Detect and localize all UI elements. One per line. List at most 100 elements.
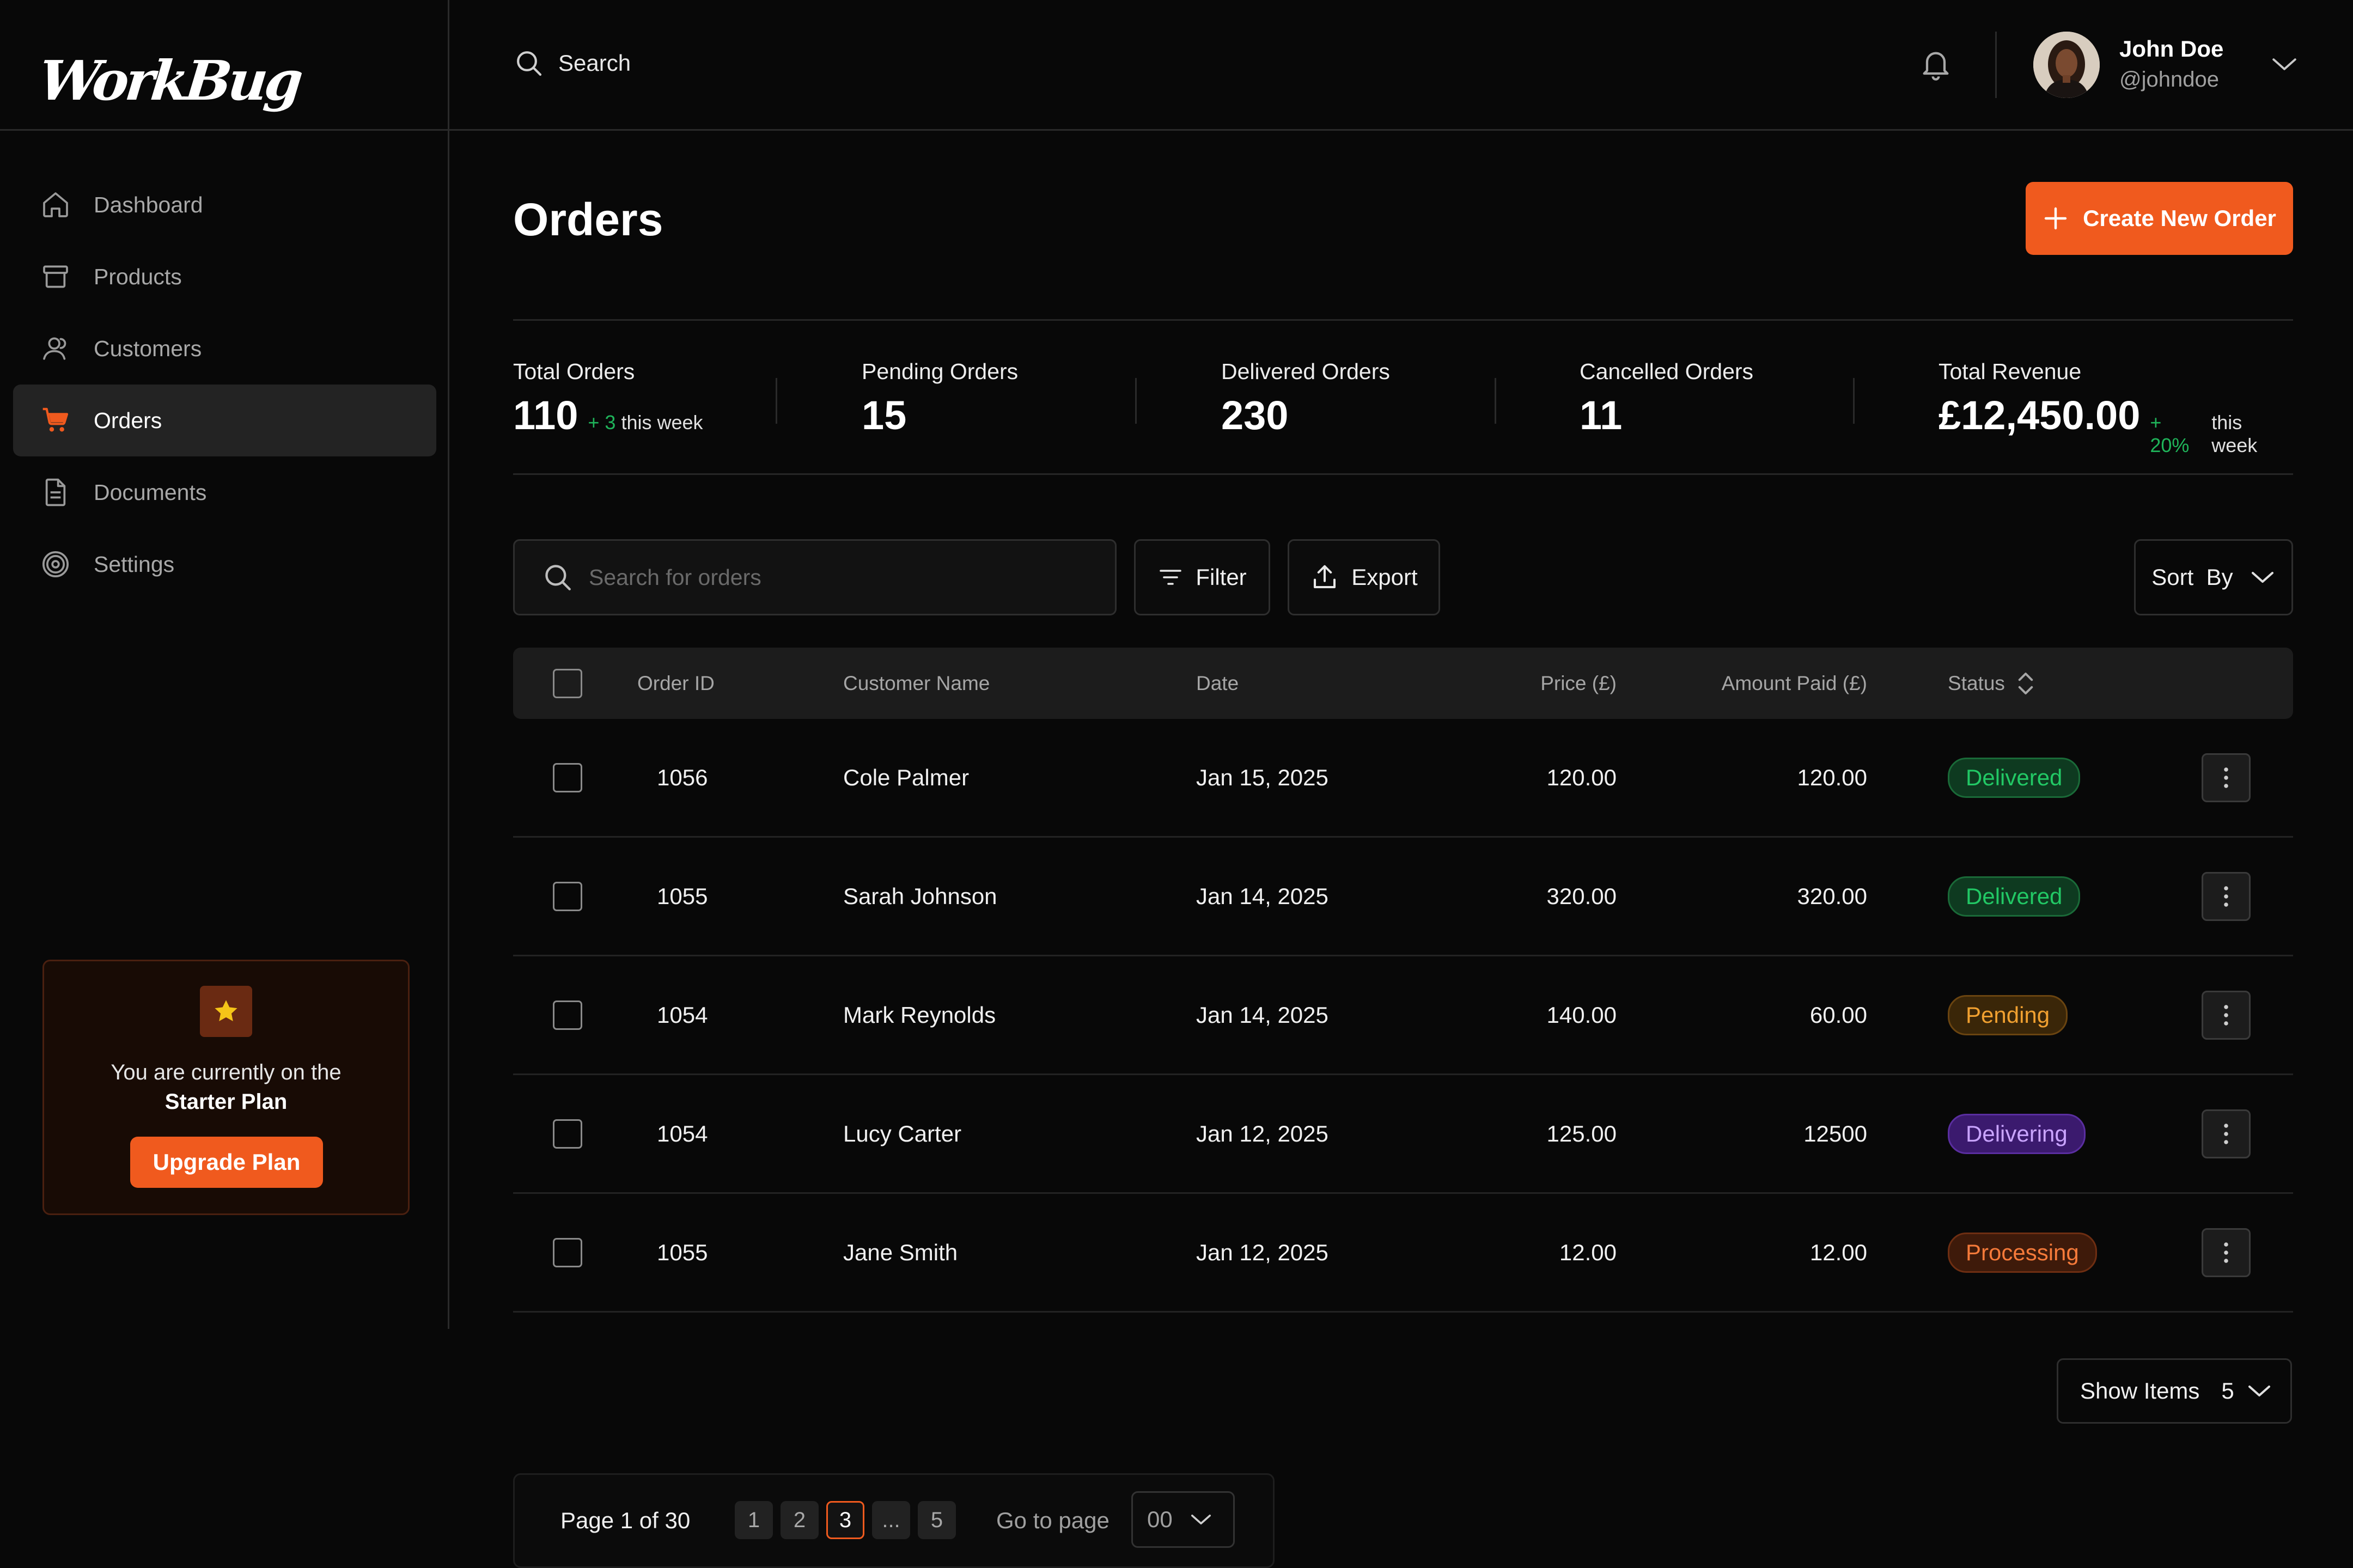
upgrade-plan-button[interactable]: Upgrade Plan — [130, 1137, 323, 1188]
sidebar-item-label: Products — [94, 264, 182, 289]
row-checkbox-cell — [553, 719, 582, 836]
row-actions-cell — [2202, 1075, 2251, 1192]
row-actions-button[interactable] — [2202, 990, 2251, 1040]
sidebar-item-label: Dashboard — [94, 192, 203, 217]
sidebar-item-settings[interactable]: Settings — [13, 528, 436, 600]
status-badge: Processing — [1948, 1232, 2097, 1273]
brand-area: WorkBug — [0, 0, 448, 131]
stat-value: 110 — [513, 393, 578, 438]
status-cell: Delivering — [1948, 1075, 2086, 1192]
create-new-order-button[interactable]: Create New Order — [2026, 182, 2293, 255]
table-row[interactable]: 1055 Sarah Johnson Jan 14, 2025 320.00 320.0… — [513, 838, 2293, 956]
sidebar-item-label: Orders — [94, 407, 162, 433]
sidebar-item-products[interactable]: Products — [13, 241, 436, 313]
sort-by-dropdown[interactable]: Sort By — [2134, 539, 2293, 615]
order-search-input[interactable] — [588, 564, 1080, 591]
chevron-down-icon — [2251, 572, 2273, 583]
stat-note: this week — [2211, 411, 2258, 456]
user-menu-button[interactable] — [2270, 52, 2299, 79]
page-button[interactable]: 1 — [735, 1501, 773, 1539]
stat-note: this week — [621, 411, 703, 434]
row-actions-cell — [2202, 1194, 2251, 1311]
page-info: Page 1 of 30 — [560, 1508, 691, 1533]
column-header[interactable]: Date — [1196, 648, 1239, 719]
bell-icon — [1923, 52, 1949, 81]
sidebar-item-orders[interactable]: Orders — [13, 385, 436, 456]
users-icon — [39, 332, 72, 365]
status-column-header[interactable]: Status — [1948, 648, 2037, 719]
amount-paid-cell: 60.00 — [1809, 1002, 1867, 1028]
row-actions-button[interactable] — [2202, 1109, 2251, 1158]
row-actions-button[interactable] — [2202, 753, 2251, 802]
column-header[interactable]: Order ID — [637, 648, 715, 719]
column-header-label: Status — [1948, 672, 2005, 694]
filter-button[interactable]: Filter — [1134, 539, 1270, 615]
status-badge: Delivering — [1948, 1113, 2086, 1154]
filter-label: Filter — [1196, 564, 1247, 590]
avatar[interactable] — [2033, 32, 2100, 98]
column-header[interactable]: Price (£) — [1540, 648, 1617, 719]
page-buttons: 1 2 3... 5 — [735, 1501, 964, 1539]
sidebar-item-dashboard[interactable]: Dashboard — [13, 169, 436, 241]
amount-paid-cell: 12.00 — [1809, 1239, 1867, 1265]
price-cell: 140.00 — [1546, 1002, 1617, 1028]
column-header[interactable]: Customer Name — [843, 648, 990, 719]
workbug-logo[interactable]: WorkBug — [36, 48, 303, 113]
table-row[interactable]: 1054 Lucy Carter Jan 12, 2025 125.00 12500 De… — [513, 1075, 2293, 1194]
global-search[interactable]: Search — [514, 48, 631, 78]
show-items-label: Show Items — [2080, 1378, 2200, 1404]
select-all-checkbox[interactable] — [553, 668, 582, 698]
row-actions-button[interactable] — [2202, 871, 2251, 921]
stat-divider — [1495, 378, 1496, 424]
row-checkbox[interactable] — [553, 1119, 582, 1149]
go-to-page-select[interactable]: 00 — [1131, 1491, 1235, 1548]
row-checkbox[interactable] — [553, 1237, 582, 1267]
stat-delivered-orders: Delivered Orders 230 — [1221, 359, 1390, 438]
price-cell: 120.00 — [1546, 764, 1617, 790]
order-search — [513, 539, 1117, 615]
sidebar: WorkBug Dashboard Products Customers Ord… — [0, 0, 449, 1329]
table-row[interactable]: 1054 Mark Reynolds Jan 14, 2025 140.00 60.00… — [513, 956, 2293, 1075]
status-badge: Delivered — [1948, 876, 2081, 917]
row-checkbox[interactable] — [553, 1000, 582, 1030]
column-header[interactable]: Amount Paid (£) — [1722, 648, 1867, 719]
row-actions-cell — [2202, 956, 2251, 1073]
show-items-select[interactable]: Show Items 5 — [2057, 1358, 2292, 1424]
notifications-button[interactable] — [1918, 47, 1953, 86]
order-id-cell: 1055 — [657, 1239, 708, 1265]
order-id-cell: 1056 — [657, 764, 708, 790]
table-row[interactable]: 1055 Jane Smith Jan 12, 2025 12.00 12.00 Proc… — [513, 1194, 2293, 1313]
top-bar: Search John Doe @johndoe — [449, 0, 2353, 131]
amount-paid-cell: 120.00 — [1797, 764, 1867, 790]
user-name: John Doe — [2119, 36, 2224, 62]
row-checkbox[interactable] — [553, 881, 582, 911]
status-cell: Pending — [1948, 956, 2068, 1073]
more-vertical-icon — [2224, 1242, 2228, 1263]
row-actions-button[interactable] — [2202, 1228, 2251, 1277]
filter-icon — [1160, 570, 1182, 585]
page-button[interactable]: 2 — [781, 1501, 819, 1539]
plus-icon — [2044, 207, 2067, 230]
customer-name-cell: Jane Smith — [843, 1239, 958, 1265]
row-checkbox-cell — [553, 956, 582, 1073]
date-cell: Jan 14, 2025 — [1196, 1002, 1328, 1028]
export-button[interactable]: Export — [1288, 539, 1440, 615]
stat-divider — [776, 378, 777, 424]
row-actions-cell — [2202, 838, 2251, 955]
sidebar-item-customers[interactable]: Customers — [13, 313, 436, 385]
page-button[interactable]: 3 — [826, 1501, 864, 1539]
sidebar-item-documents[interactable]: Documents — [13, 456, 436, 528]
row-checkbox[interactable] — [553, 762, 582, 792]
upgrade-plan-card: You are currently on the Starter Plan Up… — [42, 960, 410, 1215]
stat-value: 230 — [1221, 393, 1289, 438]
stat-value: 11 — [1580, 393, 1623, 438]
page-ellipsis[interactable]: ... — [872, 1501, 910, 1539]
date-cell: Jan 12, 2025 — [1196, 1239, 1328, 1265]
customer-name-cell: Sarah Johnson — [843, 883, 997, 909]
stat-divider — [1853, 378, 1855, 424]
page-button[interactable]: 5 — [918, 1501, 956, 1539]
chevron-down-icon — [1191, 1515, 1211, 1524]
chevron-down-icon — [2248, 1386, 2270, 1396]
table-row[interactable]: 1056 Cole Palmer Jan 15, 2025 120.00 120.00 D… — [513, 719, 2293, 838]
row-checkbox-cell — [553, 1194, 582, 1311]
